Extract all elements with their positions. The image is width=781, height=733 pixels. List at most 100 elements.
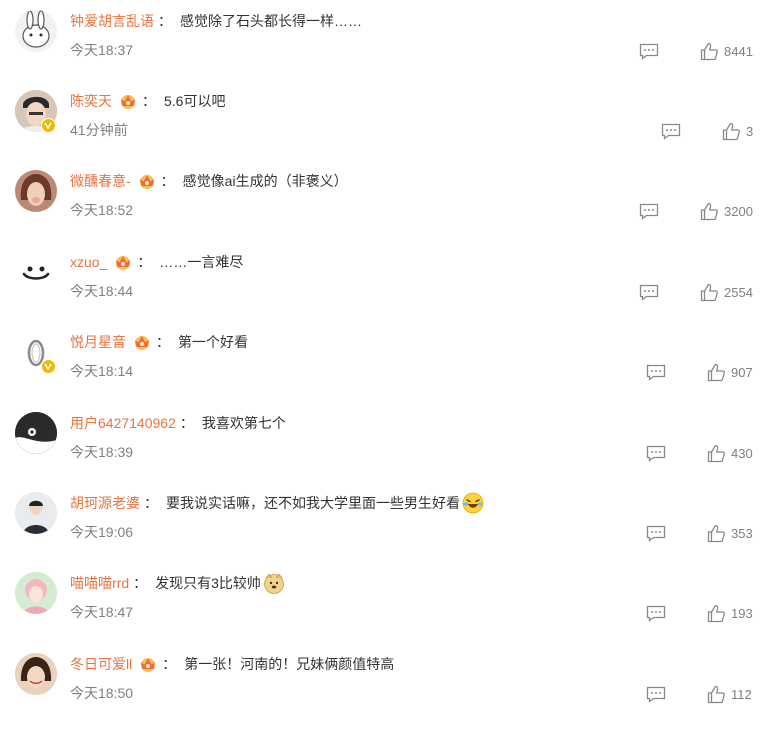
comment-text: 感觉除了石头都长得一样…… <box>180 13 362 29</box>
comment-bubble-icon[interactable] <box>646 605 666 622</box>
comment-bubble-icon[interactable] <box>646 364 666 381</box>
like-button[interactable]: 353 <box>707 523 753 543</box>
like-count: 3200 <box>724 203 753 219</box>
thumbs-up-icon <box>700 283 718 301</box>
comment-bubble-icon[interactable] <box>639 284 659 301</box>
comment-item: 陈奕天 ： 5.6可以吧 41分钟前 3 <box>0 90 781 170</box>
avatar[interactable] <box>15 10 57 52</box>
comment-bubble-icon[interactable] <box>639 43 659 60</box>
username-link[interactable]: 冬日可爱ll <box>70 654 132 674</box>
comment-bubble-icon[interactable] <box>639 203 659 220</box>
like-button[interactable]: 430 <box>707 443 753 463</box>
like-count: 353 <box>731 525 753 541</box>
timestamp: 今天18:39 <box>70 444 134 460</box>
like-count: 193 <box>731 605 753 621</box>
like-count: 2554 <box>724 284 753 300</box>
comment-line: 陈奕天 ： 5.6可以吧 <box>70 90 225 112</box>
separator: ： <box>162 656 177 672</box>
comment-item: xzuo_ ： ……一言难尽 今天18:44 2554 <box>0 251 781 331</box>
comment-line: 胡珂源老婆 ： 要我说实话嘛，还不如我大学里面一些男生好看 <box>70 492 484 514</box>
username-link[interactable]: 胡珂源老婆 <box>70 493 140 513</box>
comment-text: 第一张！河南的！兄妹俩颜值特高 <box>184 656 395 672</box>
username-link[interactable]: 喵喵喵rrd <box>70 573 129 593</box>
separator: ： <box>142 93 156 109</box>
separator: ： <box>160 173 175 189</box>
separator: ： <box>179 415 194 431</box>
like-count: 3 <box>746 123 754 139</box>
comment-text: 5.6可以吧 <box>164 93 226 109</box>
crown-badge-icon[interactable] <box>113 253 133 271</box>
comment-line: 微醺春意- ： 感觉像ai生成的（非褒义） <box>70 170 348 192</box>
timestamp: 今天18:50 <box>70 685 134 701</box>
like-button[interactable]: 112 <box>707 684 752 704</box>
separator: ： <box>158 13 172 29</box>
comment-item: 微醺春意- ： 感觉像ai生成的（非褒义） 今天18:52 3200 <box>0 170 781 250</box>
like-button[interactable]: 193 <box>707 603 753 623</box>
comment-line: xzuo_ ： ……一言难尽 <box>70 251 243 273</box>
like-button[interactable]: 2554 <box>700 282 753 302</box>
like-button[interactable]: 8441 <box>700 41 753 61</box>
timestamp: 今天18:52 <box>70 202 134 218</box>
comment-text: 要我说实话嘛，还不如我大学里面一些男生好看 <box>166 495 460 511</box>
comment-item: 胡珂源老婆 ： 要我说实话嘛，还不如我大学里面一些男生好看 今天19:06 35… <box>0 492 781 572</box>
comment-bubble-icon[interactable] <box>646 525 666 542</box>
username-link[interactable]: 微醺春意- <box>70 171 131 191</box>
timestamp: 41分钟前 <box>70 122 128 138</box>
comment-text: ……一言难尽 <box>159 254 244 270</box>
avatar[interactable] <box>15 572 57 614</box>
comment-bubble-icon[interactable] <box>646 686 666 703</box>
comment-line: 悦月星音 ： 第一个好看 <box>70 331 248 353</box>
like-count: 430 <box>731 445 753 461</box>
thumbs-up-icon <box>707 444 725 462</box>
avatar[interactable] <box>15 653 57 695</box>
thumbs-up-icon <box>707 685 725 703</box>
username-link[interactable]: xzuo_ <box>70 254 107 270</box>
crown-badge-icon[interactable] <box>118 92 138 110</box>
comment-item: 钟爱胡言乱语 ： 感觉除了石头都长得一样…… 今天18:37 8441 <box>0 10 781 90</box>
like-button[interactable]: 3200 <box>700 201 753 221</box>
avatar[interactable] <box>15 492 57 534</box>
username-link[interactable]: 悦月星音 <box>70 332 126 352</box>
avatar[interactable] <box>15 170 57 212</box>
thumbs-up-icon <box>707 363 725 381</box>
comment-item: 喵喵喵rrd ： 发现只有3比较帅 今天18:47 193 <box>0 572 781 652</box>
timestamp: 今天18:37 <box>70 42 134 58</box>
crown-badge-icon[interactable] <box>138 655 158 673</box>
username-link[interactable]: 陈奕天 <box>70 91 112 111</box>
avatar[interactable] <box>15 251 57 293</box>
separator: ： <box>137 254 152 270</box>
avatar[interactable] <box>15 412 57 454</box>
comment-text: 感觉像ai生成的（非褒义） <box>182 173 348 189</box>
timestamp: 今天18:14 <box>70 363 134 379</box>
username-link[interactable]: 钟爱胡言乱语 <box>70 11 154 31</box>
comment-item: 悦月星音 ： 第一个好看 今天18:14 907 <box>0 331 781 411</box>
timestamp: 今天18:44 <box>70 283 134 299</box>
comment-bubble-icon[interactable] <box>646 445 666 462</box>
comment-bubble-icon[interactable] <box>661 123 681 140</box>
timestamp: 今天18:47 <box>70 604 134 620</box>
verified-v-icon <box>41 359 56 374</box>
comment-line: 用户6427140962 ： 我喜欢第七个 <box>70 412 286 434</box>
like-count: 907 <box>731 364 753 380</box>
comment-line: 冬日可爱ll ： 第一张！河南的！兄妹俩颜值特高 <box>70 653 394 675</box>
separator: ： <box>156 334 170 350</box>
comment-text: 我喜欢第七个 <box>201 415 286 431</box>
crown-badge-icon[interactable] <box>132 333 152 351</box>
like-button[interactable]: 907 <box>707 362 753 382</box>
comment-text: 第一个好看 <box>178 334 248 350</box>
comment-line: 喵喵喵rrd ： 发现只有3比较帅 <box>70 572 285 594</box>
separator: ： <box>144 495 158 511</box>
thumbs-up-icon <box>700 202 718 220</box>
like-count: 112 <box>731 686 752 702</box>
thumbs-up-icon <box>700 42 718 60</box>
thumbs-up-icon <box>707 524 725 542</box>
like-count: 8441 <box>724 43 753 59</box>
username-link[interactable]: 用户6427140962 <box>70 413 176 433</box>
crown-badge-icon[interactable] <box>137 172 157 190</box>
laughing-crying-emoji-icon <box>462 492 484 514</box>
like-button[interactable]: 3 <box>722 121 753 141</box>
comment-line: 钟爱胡言乱语 ： 感觉除了石头都长得一样…… <box>70 10 362 32</box>
verified-v-icon <box>41 118 56 133</box>
thumbs-up-icon <box>722 122 740 140</box>
thumbs-up-icon <box>707 604 725 622</box>
